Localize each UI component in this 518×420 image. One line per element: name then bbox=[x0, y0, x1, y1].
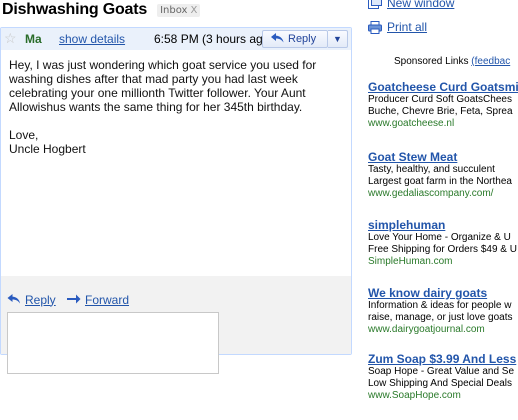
body-line: washing dishes after that mad party you … bbox=[9, 72, 298, 86]
ad-text: Free Shipping for Orders $49 & U bbox=[368, 244, 517, 255]
forward-link-label: Forward bbox=[85, 292, 130, 307]
ad-url[interactable]: SimpleHuman.com bbox=[368, 256, 518, 268]
ad-title-link[interactable]: Goatcheese Curd Goatsmilk bbox=[368, 80, 518, 94]
ad-url[interactable]: www.SoapHope.com bbox=[368, 390, 518, 402]
message-paragraph: Hey, I was just wondering which goat ser… bbox=[9, 58, 345, 114]
show-details-link[interactable]: show details bbox=[59, 32, 125, 46]
printer-icon bbox=[368, 20, 382, 34]
sender-name[interactable]: Ma bbox=[25, 32, 51, 46]
signature: Uncle Hogbert bbox=[9, 142, 86, 156]
ad-title-link[interactable]: Goat Stew Meat bbox=[368, 150, 518, 164]
message-closing: Love, Uncle Hogbert bbox=[9, 128, 345, 156]
quick-reply-input[interactable] bbox=[7, 312, 219, 374]
ad-item: Goatcheese Curd Goatsmilk Producer Curd … bbox=[368, 80, 518, 130]
label-name: Inbox bbox=[160, 4, 188, 16]
ad-item: Goat Stew Meat Tasty, healthy, and succu… bbox=[368, 150, 518, 200]
new-window-label: New window bbox=[387, 0, 455, 10]
body-line: celebrating your one millionth Twitter f… bbox=[9, 86, 306, 100]
ad-text: Soap Hope - Great Value and Se bbox=[368, 366, 515, 377]
ad-title-link[interactable]: Zum Soap $3.99 And Less bbox=[368, 352, 518, 366]
ad-text: Largest goat farm in the Northea bbox=[368, 176, 512, 187]
new-window-icon bbox=[368, 0, 382, 10]
reply-button-label: Reply bbox=[288, 33, 317, 45]
ad-url[interactable]: www.goatcheese.nl bbox=[368, 118, 518, 130]
ad-item: simplehuman Love Your Home - Organize & … bbox=[368, 218, 518, 268]
inbox-label-tag[interactable]: Inbox X bbox=[157, 3, 201, 17]
body-line: Hey, I was just wondering which goat ser… bbox=[9, 58, 317, 72]
ad-text: Tasty, healthy, and succulent bbox=[368, 164, 495, 175]
ad-url[interactable]: www.dairygoatjournal.com bbox=[368, 324, 518, 336]
reply-arrow-icon bbox=[271, 32, 284, 46]
star-icon[interactable]: ☆ bbox=[4, 30, 17, 47]
body-line: Allowishus wants the same thing for her … bbox=[9, 100, 303, 114]
reply-link-label: Reply bbox=[25, 292, 56, 307]
closing-line: Love, bbox=[9, 128, 39, 142]
message-header: ☆ Ma show details 6:58 PM (3 hours ago) … bbox=[1, 28, 351, 50]
ad-text: Low Shipping And Special Deals bbox=[368, 378, 512, 389]
reply-arrow-icon bbox=[7, 292, 21, 307]
print-all-link[interactable]: Print all bbox=[368, 20, 427, 34]
reply-link[interactable]: Reply bbox=[7, 292, 56, 307]
subject-row: Dishwashing Goats Inbox X bbox=[2, 0, 201, 20]
ad-url[interactable]: www.gedaliascompany.com/ bbox=[368, 188, 518, 200]
print-all-label: Print all bbox=[387, 20, 428, 34]
new-window-link[interactable]: New window bbox=[368, 0, 454, 10]
right-sidebar: New window Print all Sponsored Links (fe… bbox=[368, 0, 518, 420]
ad-item: Zum Soap $3.99 And Less Soap Hope - Grea… bbox=[368, 352, 518, 402]
ad-title-link[interactable]: We know dairy goats bbox=[368, 286, 518, 300]
forward-link[interactable]: Forward bbox=[67, 292, 129, 307]
ad-text: raise, manage, or just love goats bbox=[368, 312, 513, 323]
ad-item: We know dairy goats Information & ideas … bbox=[368, 286, 518, 336]
chevron-down-icon: ▼ bbox=[333, 34, 342, 44]
message-footer: Reply Forward bbox=[1, 276, 351, 374]
subject-title: Dishwashing Goats bbox=[2, 1, 148, 18]
ad-text: Producer Curd Soft GoatsChees bbox=[368, 94, 512, 105]
message-time: 6:58 PM (3 hours ago) bbox=[154, 32, 274, 46]
sponsored-label: Sponsored Links bbox=[394, 56, 469, 67]
more-options-button[interactable]: ▼ bbox=[328, 30, 348, 48]
reply-button[interactable]: Reply bbox=[262, 30, 328, 48]
remove-label-button[interactable]: X bbox=[190, 5, 197, 16]
ad-text: Information & ideas for people w bbox=[368, 300, 512, 311]
message-body: Hey, I was just wondering which goat ser… bbox=[9, 58, 345, 170]
ad-text: Buche, Chevre Brie, Feta, Sprea bbox=[368, 106, 513, 117]
message-card: ☆ Ma show details 6:58 PM (3 hours ago) … bbox=[0, 27, 352, 374]
feedback-link[interactable]: (feedbac bbox=[471, 56, 510, 67]
forward-arrow-icon bbox=[67, 292, 81, 307]
sponsored-links-header: Sponsored Links (feedbac bbox=[394, 56, 510, 67]
ad-text: Love Your Home - Organize & U bbox=[368, 232, 511, 243]
ad-title-link[interactable]: simplehuman bbox=[368, 218, 518, 232]
